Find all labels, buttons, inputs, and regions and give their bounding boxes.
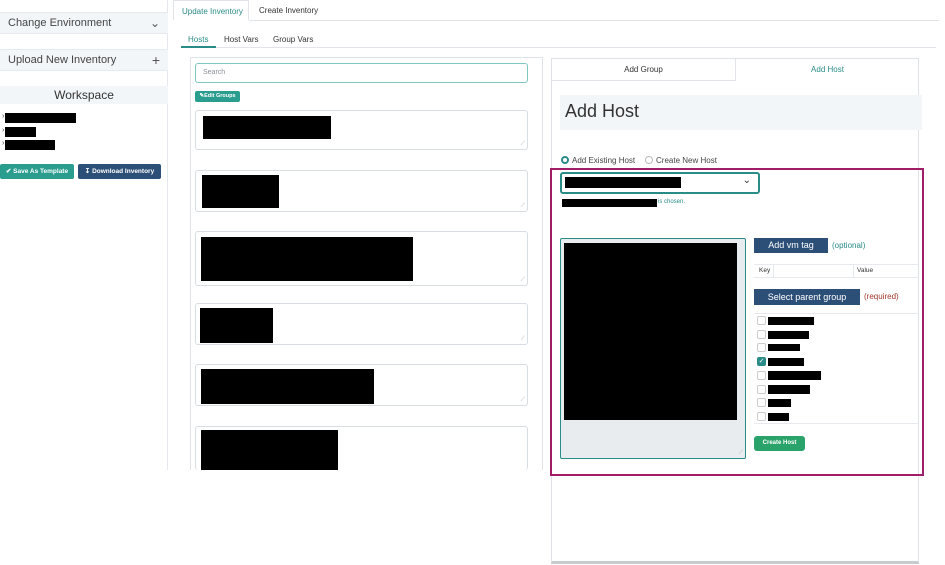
redacted-tree-item[interactable]: [5, 140, 55, 150]
group-list-divider: [754, 313, 919, 314]
group-checkbox[interactable]: [757, 412, 766, 421]
group-checkbox[interactable]: [757, 330, 766, 339]
search-input[interactable]: Search: [195, 63, 528, 83]
check-circle-icon: ✔: [5, 168, 12, 175]
change-environment-toggle[interactable]: Change Environment ⌄: [0, 12, 168, 34]
tab-add-group[interactable]: Add Group: [552, 59, 736, 81]
resize-handle-icon: ⟋: [520, 397, 525, 403]
plus-icon: +: [151, 52, 160, 68]
caret-right-icon: ›: [2, 113, 5, 120]
workspace-title: Workspace: [0, 86, 168, 104]
download-inventory-label: Download Inventory: [92, 168, 155, 175]
key-header: Key: [759, 267, 771, 274]
radio-add-existing[interactable]: [561, 156, 569, 164]
redacted-tree-item[interactable]: [5, 127, 36, 137]
tab-update-inventory[interactable]: Update Inventory: [173, 0, 249, 20]
redacted-vars-content: [564, 243, 737, 420]
tab-host-vars[interactable]: Host Vars: [224, 35, 259, 44]
redacted-host-content: [201, 430, 338, 470]
redacted-group-name: [768, 399, 791, 407]
create-host-button[interactable]: Create Host: [754, 436, 805, 451]
column-divider: [853, 264, 854, 278]
redacted-group-name: [768, 371, 821, 380]
group-checkbox[interactable]: [757, 398, 766, 407]
vm-tag-table-header: [754, 264, 919, 278]
subtabs-divider: [216, 47, 936, 48]
save-as-template-label: Save As Template: [13, 168, 69, 175]
group-list-divider: [754, 423, 919, 424]
tab-group-vars[interactable]: Group Vars: [273, 35, 313, 44]
resize-handle-icon: ⟋: [738, 450, 743, 456]
group-checkbox-checked[interactable]: ✓: [757, 357, 766, 366]
radio-create-new[interactable]: [645, 156, 653, 164]
radio-create-new-label: Create New Host: [656, 156, 717, 165]
redacted-group-name: [768, 358, 804, 366]
resize-handle-icon: ⟋: [520, 203, 525, 209]
value-header: Value: [857, 267, 874, 274]
group-checkbox[interactable]: [757, 343, 766, 352]
chosen-text: is chosen.: [658, 199, 686, 205]
edit-groups-label: Edit Groups: [204, 93, 236, 99]
redacted-chosen-host: [562, 199, 657, 207]
redacted-host-content: [201, 237, 413, 281]
tabs-divider: [249, 20, 939, 21]
upload-inventory-label: Upload New Inventory: [8, 54, 117, 66]
redacted-group-name: [768, 317, 814, 325]
download-inventory-button[interactable]: ↧ Download Inventory: [78, 164, 161, 179]
redacted-group-name: [768, 331, 809, 339]
tab-create-inventory[interactable]: Create Inventory: [259, 6, 318, 15]
group-checkbox[interactable]: [757, 371, 766, 380]
add-vm-tag-button[interactable]: Add vm tag: [754, 238, 828, 253]
resize-handle-icon: ⟋: [520, 277, 525, 283]
change-environment-label: Change Environment: [8, 17, 112, 29]
group-checkbox[interactable]: [757, 316, 766, 325]
upload-inventory-toggle[interactable]: Upload New Inventory +: [0, 49, 168, 71]
caret-right-icon: ›: [2, 127, 5, 134]
redacted-selected-host: [565, 177, 681, 188]
resize-handle-icon: ⟋: [520, 141, 525, 147]
optional-label: (optional): [832, 241, 866, 250]
required-label: (required): [864, 292, 899, 301]
group-checkbox[interactable]: [757, 385, 766, 394]
tab-hosts-indicator: [181, 46, 216, 48]
save-as-template-button[interactable]: ✔ Save As Template: [0, 164, 74, 179]
page-title: Add Host: [565, 101, 640, 121]
edit-groups-button[interactable]: ✎Edit Groups: [195, 91, 240, 102]
redacted-host-content: [201, 369, 374, 404]
chevron-down-icon: ⌄: [149, 16, 160, 30]
caret-right-icon: ›: [2, 140, 5, 147]
radio-add-existing-label: Add Existing Host: [572, 156, 636, 165]
tab-update-inventory-label: Update Inventory: [182, 7, 243, 16]
select-parent-group-button[interactable]: Select parent group: [754, 289, 860, 305]
chevron-down-icon: ⌄: [742, 175, 751, 186]
check-icon: ✓: [758, 358, 765, 365]
redacted-group-name: [768, 385, 810, 394]
tab-add-host[interactable]: Add Host: [737, 59, 918, 81]
sidebar: Change Environment ⌄ Upload New Inventor…: [0, 0, 168, 470]
download-icon: ↧: [84, 168, 91, 175]
redacted-host-content: [202, 175, 279, 208]
column-divider: [773, 264, 774, 278]
tab-hosts[interactable]: Hosts: [188, 35, 208, 44]
redacted-host-content: [203, 116, 331, 139]
redacted-group-name: [768, 344, 800, 351]
redacted-tree-item[interactable]: [5, 113, 76, 123]
resize-handle-icon: ⟋: [520, 336, 525, 342]
redacted-host-content: [200, 308, 273, 343]
redacted-group-name: [768, 413, 789, 421]
